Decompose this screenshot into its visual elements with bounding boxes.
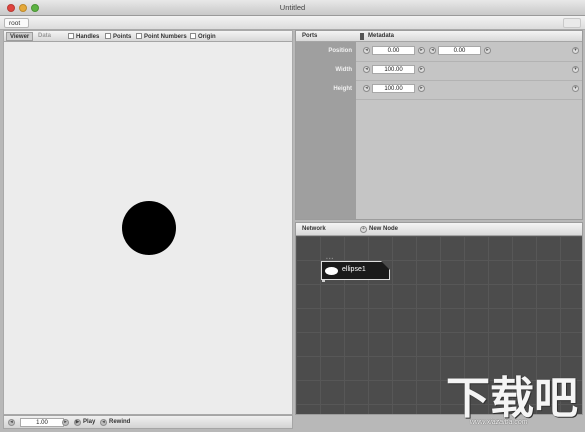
height-menu-button[interactable]: ▾ <box>572 85 579 92</box>
position-y-increment-button[interactable]: ▸ <box>484 47 491 54</box>
ports-panel: Ports Metadata Position ◂ 0.00 ▸ ◂ 0.00 … <box>295 30 583 220</box>
tab-viewer[interactable]: Viewer <box>6 32 34 41</box>
node-corner <box>381 261 390 270</box>
points-label: Points <box>113 34 132 40</box>
position-x-decrement-button[interactable]: ◂ <box>363 47 370 54</box>
breadcrumb-search[interactable] <box>563 18 581 28</box>
breadcrumb: root <box>0 16 585 30</box>
network-title: Network <box>302 226 326 232</box>
metadata-toggle-icon[interactable] <box>360 33 364 40</box>
network-header: Network + New Node <box>296 223 582 236</box>
checkbox-box[interactable] <box>136 33 142 39</box>
window-title: Untitled <box>279 3 306 12</box>
new-node-button[interactable]: New Node <box>369 226 398 232</box>
position-x-field[interactable]: 0.00 <box>372 46 415 55</box>
width-menu-button[interactable]: ▾ <box>572 66 579 73</box>
viewer-canvas[interactable] <box>4 42 292 414</box>
node-label: ellipse1 <box>342 266 366 273</box>
width-field[interactable]: 100.00 <box>372 65 415 74</box>
new-node-icon[interactable]: + <box>360 226 367 233</box>
height-field[interactable]: 100.00 <box>372 84 415 93</box>
node-output-port[interactable] <box>322 280 325 282</box>
port-label: Width <box>335 67 352 73</box>
tab-data[interactable]: Data <box>35 32 54 41</box>
port-label: Height <box>333 86 352 92</box>
viewer-toolbar: Viewer Data Handles Points Point Numbers… <box>4 31 292 42</box>
port-label: Position <box>328 48 352 54</box>
title-bar: Untitled <box>0 0 585 16</box>
origin-label: Origin <box>198 34 216 40</box>
rewind-icon[interactable]: ◂ <box>100 419 107 426</box>
checkbox-box[interactable] <box>68 33 74 39</box>
ellipse-shape[interactable] <box>122 201 176 255</box>
origin-checkbox[interactable]: Origin <box>190 33 216 40</box>
watermark-glyph: 下载吧 <box>446 373 578 424</box>
metadata-tab[interactable]: Metadata <box>368 33 394 39</box>
rewind-button[interactable]: Rewind <box>109 419 130 425</box>
play-icon[interactable]: ▶ <box>74 419 81 426</box>
frame-increment-button[interactable]: ▸ <box>62 419 69 426</box>
width-decrement-button[interactable]: ◂ <box>363 66 370 73</box>
port-row-position: Position ◂ 0.00 ▸ ◂ 0.00 ▸ ▾ <box>296 43 582 61</box>
play-button[interactable]: Play <box>83 419 95 425</box>
frame-field[interactable]: 1.00 <box>20 418 64 427</box>
watermark-logo: 下载吧 www.xiazaiba.com <box>446 375 584 430</box>
handles-checkbox[interactable]: Handles <box>68 33 99 40</box>
ellipse-icon <box>325 267 338 275</box>
checkbox-box[interactable] <box>190 33 196 39</box>
ports-title: Ports <box>302 33 318 39</box>
port-row-height: Height ◂ 100.00 ▸ ▾ <box>296 81 582 99</box>
position-y-field[interactable]: 0.00 <box>438 46 481 55</box>
checkbox-box[interactable] <box>105 33 111 39</box>
point-numbers-label: Point Numbers <box>144 34 187 40</box>
viewer-panel: Viewer Data Handles Points Point Numbers… <box>3 30 293 415</box>
position-menu-button[interactable]: ▾ <box>572 47 579 54</box>
port-row-width: Width ◂ 100.00 ▸ ▾ <box>296 62 582 80</box>
width-increment-button[interactable]: ▸ <box>418 66 425 73</box>
breadcrumb-root[interactable]: root <box>4 18 30 28</box>
node-ellipse1[interactable]: ellipse1 <box>321 261 390 282</box>
watermark-url: www.xiazaiba.com <box>470 419 528 426</box>
position-x-increment-button[interactable]: ▸ <box>418 47 425 54</box>
ports-header: Ports Metadata <box>296 31 582 42</box>
row-divider <box>356 99 582 100</box>
height-decrement-button[interactable]: ◂ <box>363 85 370 92</box>
handles-label: Handles <box>76 34 100 40</box>
points-checkbox[interactable]: Points <box>105 33 131 40</box>
position-y-decrement-button[interactable]: ◂ <box>429 47 436 54</box>
height-increment-button[interactable]: ▸ <box>418 85 425 92</box>
playback-bar: ◂ 1.00 ▸ ▶ Play ◂ Rewind <box>3 415 293 429</box>
point-numbers-checkbox[interactable]: Point Numbers <box>136 33 187 40</box>
frame-decrement-button[interactable]: ◂ <box>8 419 15 426</box>
